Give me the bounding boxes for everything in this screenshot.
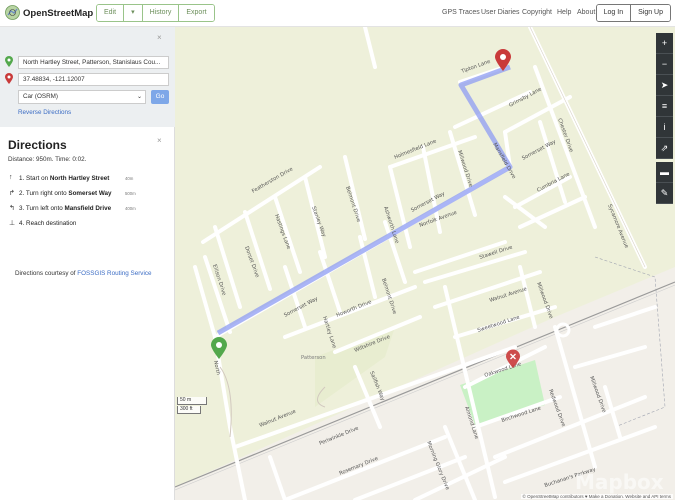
route-summary: Distance: 950m. Time: 0:02. — [8, 156, 87, 163]
step-text: Start on — [26, 175, 50, 182]
map-key-icon[interactable]: i — [656, 117, 673, 138]
export-button[interactable]: Export — [179, 5, 214, 21]
nav-help[interactable]: Help — [557, 9, 571, 16]
watermark: Mapbox — [575, 470, 664, 494]
step-text: Reach destination — [26, 220, 77, 227]
edit-button[interactable]: Edit — [97, 5, 125, 21]
share-icon[interactable]: ⇗ — [656, 138, 673, 159]
scale-bar-metric: 50 m — [177, 397, 207, 405]
step-street: North Hartley Street — [49, 175, 110, 182]
step-text: Turn right onto — [25, 190, 69, 197]
route-step[interactable]: ↑ 1. Start on North Hartley Street 40m — [8, 174, 168, 189]
route-step[interactable]: ↰ 3. Turn left onto Mansfield Drive 400m — [8, 204, 168, 219]
map-view[interactable]: Tipton Lane Grimsby Lane Chester Drive S… — [175, 27, 675, 500]
sidebar: × North Hartley Street, Patterson, Stani… — [0, 27, 175, 500]
query-features-icon[interactable]: ✎ — [656, 183, 673, 204]
step-number: 4. — [19, 220, 25, 227]
close-directions-form-button[interactable]: × — [157, 33, 162, 42]
step-text: Turn left onto — [25, 205, 65, 212]
route-step[interactable]: ↱ 2. Turn right onto Somerset Way 500m — [8, 189, 168, 204]
layers-icon[interactable]: ≡ — [656, 96, 673, 117]
step-street: Mansfield Drive — [64, 205, 112, 212]
step-distance: 40m — [125, 176, 134, 181]
nav-gps-traces[interactable]: GPS Traces — [442, 9, 480, 16]
map-attribution[interactable]: © OpenStreetMap contributors ♥ Make a Do… — [520, 494, 673, 499]
layer-controls: ≡ i ⇗ — [656, 96, 673, 159]
nav-copyright[interactable]: Copyright — [522, 9, 552, 16]
go-button[interactable]: Go — [151, 90, 169, 104]
step-number: 2. — [19, 190, 25, 197]
zoom-in-button[interactable]: + — [656, 33, 673, 54]
routing-courtesy: Directions courtesy of FOSSGIS Routing S… — [15, 270, 152, 277]
to-field[interactable]: 37.48834, -121.12007 — [18, 73, 169, 86]
history-button[interactable]: History — [142, 5, 180, 21]
note-controls: ▬ ✎ — [656, 162, 673, 204]
courtesy-text: Directions courtesy of — [15, 270, 78, 277]
map-canvas[interactable]: Tipton Lane Grimsby Lane Chester Drive S… — [175, 27, 675, 500]
locate-button[interactable]: ➤ — [656, 75, 673, 96]
top-header: OpenStreetMap Edit ▾ History Export GPS … — [0, 0, 675, 27]
routing-engine-value: Car (OSRM) — [23, 93, 58, 100]
step-distance: 500m — [125, 191, 136, 196]
fossgis-link[interactable]: FOSSGIS Routing Service — [77, 270, 151, 277]
place-label: Patterson — [301, 355, 326, 361]
step-number: 3. — [19, 205, 25, 212]
add-note-icon[interactable]: ▬ — [656, 162, 673, 183]
brand-name[interactable]: OpenStreetMap — [23, 8, 93, 19]
end-marker-icon — [5, 73, 13, 84]
reverse-directions-link[interactable]: Reverse Directions — [18, 109, 71, 116]
login-button[interactable]: Log In — [596, 5, 632, 21]
chevron-down-icon: ⌄ — [136, 94, 142, 100]
nav-about[interactable]: About — [577, 9, 595, 16]
edit-button-group: Edit ▾ History Export — [96, 4, 215, 22]
nav-user-diaries[interactable]: User Diaries — [481, 9, 520, 16]
start-marker-icon — [5, 56, 13, 67]
turn-left-icon: ↰ — [9, 205, 15, 212]
straight-arrow-icon: ↑ — [9, 174, 13, 181]
close-results-button[interactable]: × — [157, 136, 162, 145]
zoom-controls: + − ➤ — [656, 33, 673, 96]
turn-right-icon: ↱ — [9, 190, 15, 197]
destination-icon: ⊥ — [9, 220, 16, 227]
route-steps: ↑ 1. Start on North Hartley Street 40m ↱… — [8, 174, 168, 234]
directions-form: × North Hartley Street, Patterson, Stani… — [0, 27, 175, 127]
directions-title: Directions — [8, 138, 67, 152]
route-step[interactable]: ⊥ 4. Reach destination — [8, 219, 168, 234]
scale-bar-imperial: 300 ft — [177, 406, 201, 414]
from-field[interactable]: North Hartley Street, Patterson, Stanisl… — [18, 56, 169, 69]
auth-button-group: Log In Sign Up — [595, 4, 671, 22]
step-number: 1. — [19, 175, 25, 182]
zoom-out-button[interactable]: − — [656, 54, 673, 75]
routing-engine-select[interactable]: Car (OSRM) ⌄ — [18, 90, 146, 104]
signup-button[interactable]: Sign Up — [631, 5, 670, 21]
edit-dropdown-caret[interactable]: ▾ — [124, 5, 143, 21]
osm-logo-icon[interactable] — [5, 5, 20, 20]
step-distance: 400m — [125, 206, 136, 211]
step-street: Somerset Way — [68, 190, 112, 197]
